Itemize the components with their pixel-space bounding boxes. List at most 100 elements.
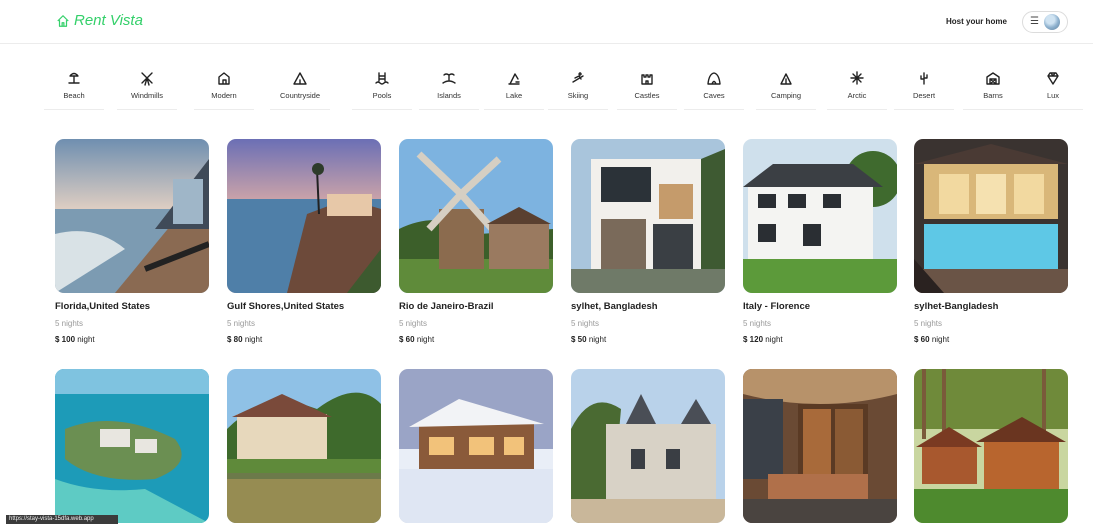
beach-house-balcony-photo[interactable] <box>55 139 209 293</box>
category-label: Islands <box>437 91 461 100</box>
listing-nights: 5 nights <box>227 319 256 328</box>
island-resort-aerial-photo[interactable] <box>55 369 209 523</box>
island-icon <box>441 70 457 86</box>
listing-card[interactable] <box>55 369 209 523</box>
listing-location: sylhet, Bangladesh <box>571 301 658 312</box>
pool-icon <box>374 70 390 86</box>
brand-logo[interactable]: Rent Vista <box>56 12 143 29</box>
price-amount: $ 120 <box>743 335 764 344</box>
category-pools[interactable]: Pools <box>352 62 412 110</box>
cave-icon <box>706 70 722 86</box>
windmill-cottage-photo[interactable] <box>399 139 553 293</box>
category-lake[interactable]: Lake <box>484 62 544 110</box>
listing-card[interactable] <box>227 369 381 523</box>
status-url-bar: https://stay-vista-15dfa.web.app <box>6 515 118 524</box>
category-skiing[interactable]: Skiing <box>548 62 608 110</box>
category-islands[interactable]: Islands <box>419 62 479 110</box>
category-beach[interactable]: Beach <box>44 62 104 110</box>
stone-castle-house-photo[interactable] <box>571 369 725 523</box>
listing-location: Florida,United States <box>55 301 151 312</box>
price-amount: $ 80 <box>227 335 243 344</box>
category-label: Castles <box>634 91 660 100</box>
category-label: Arctic <box>847 91 867 100</box>
listing-location: Italy - Florence <box>743 301 811 312</box>
category-label: Caves <box>703 91 725 100</box>
white-farmhouse-photo[interactable] <box>743 139 897 293</box>
listing-price: $ 60 night <box>399 335 553 344</box>
listing-nights: 5 nights <box>743 319 772 328</box>
category-bar: Beach Windmills Modern Countryside Pools… <box>0 62 1093 112</box>
listing-card[interactable]: Rio de Janeiro-Brazil 5 nights $ 60 nigh… <box>399 139 553 344</box>
modern-house-icon <box>216 70 232 86</box>
category-modern[interactable]: Modern <box>194 62 254 110</box>
listing-card[interactable] <box>914 369 1068 523</box>
category-label: Windmills <box>130 91 164 100</box>
category-label: Lake <box>505 91 523 100</box>
listing-card[interactable] <box>571 369 725 523</box>
price-unit: night <box>931 335 950 344</box>
category-label: Beach <box>63 91 85 100</box>
listing-nights: 5 nights <box>914 319 943 328</box>
category-label: Barns <box>983 91 1003 100</box>
category-countryside[interactable]: Countryside <box>270 62 330 110</box>
category-label: Camping <box>770 91 801 100</box>
listing-price: $ 100 night <box>55 335 209 344</box>
house-logo-icon <box>57 14 69 27</box>
brand-name: Rent Vista <box>74 12 143 29</box>
skiing-icon <box>570 70 586 86</box>
category-camping[interactable]: Camping <box>756 62 816 110</box>
listing-card[interactable]: sylhet-Bangladesh 5 nights $ 60 night <box>914 139 1068 344</box>
countryside-icon <box>292 70 308 86</box>
listing-price: $ 60 night <box>914 335 1068 344</box>
modern-stone-house-photo[interactable] <box>571 139 725 293</box>
listing-card[interactable]: sylhet, Bangladesh 5 nights $ 50 night <box>571 139 725 344</box>
listing-card[interactable]: Italy - Florence 5 nights $ 120 night <box>743 139 897 344</box>
category-label: Lux <box>1046 91 1060 100</box>
category-windmills[interactable]: Windmills <box>117 62 177 110</box>
category-caves[interactable]: Caves <box>684 62 744 110</box>
price-unit: night <box>244 335 263 344</box>
hamburger-icon: ☰ <box>1030 16 1039 27</box>
listing-price: $ 120 night <box>743 335 897 344</box>
listing-card[interactable]: Gulf Shores,United States 5 nights $ 80 … <box>227 139 381 344</box>
listing-location: Rio de Janeiro-Brazil <box>399 301 494 312</box>
log-cabins-photo[interactable] <box>914 369 1068 523</box>
listing-card[interactable] <box>399 369 553 523</box>
category-label: Skiing <box>567 91 589 100</box>
top-navbar: Rent Vista Host your home ☰ <box>0 0 1093 44</box>
listing-location: Gulf Shores,United States <box>227 301 345 312</box>
user-menu-button[interactable]: ☰ <box>1022 11 1068 33</box>
snowy-lodge-photo[interactable] <box>399 369 553 523</box>
listing-location: sylhet-Bangladesh <box>914 301 999 312</box>
listing-nights: 5 nights <box>399 319 428 328</box>
category-arctic[interactable]: Arctic <box>827 62 887 110</box>
avatar <box>1043 14 1060 30</box>
price-unit: night <box>416 335 435 344</box>
pool-house-night-photo[interactable] <box>914 139 1068 293</box>
host-your-home-link[interactable]: Host your home <box>946 17 1007 26</box>
category-label: Pools <box>372 91 392 100</box>
category-label: Modern <box>211 91 237 100</box>
category-desert[interactable]: Desert <box>894 62 954 110</box>
category-label: Desert <box>912 91 936 100</box>
listing-nights: 5 nights <box>571 319 600 328</box>
price-amount: $ 60 <box>399 335 415 344</box>
price-unit: night <box>77 335 95 344</box>
cliffside-house-sunset-photo[interactable] <box>227 139 381 293</box>
lakeside-mansion-photo[interactable] <box>227 369 381 523</box>
listing-nights: 5 nights <box>55 319 84 328</box>
category-castles[interactable]: Castles <box>617 62 677 110</box>
category-barns[interactable]: Barns <box>963 62 1023 110</box>
price-unit: night <box>588 335 607 344</box>
listing-price: $ 50 night <box>571 335 725 344</box>
cactus-icon <box>916 70 932 86</box>
listing-card[interactable]: Florida,United States 5 nights $ 100 nig… <box>55 139 209 344</box>
category-lux[interactable]: Lux <box>1023 62 1083 110</box>
castle-icon <box>639 70 655 86</box>
price-unit: night <box>765 335 783 344</box>
price-amount: $ 60 <box>914 335 930 344</box>
lake-icon <box>506 70 522 86</box>
library-cave-room-photo[interactable] <box>743 369 897 523</box>
listing-card[interactable] <box>743 369 897 523</box>
price-amount: $ 50 <box>571 335 587 344</box>
